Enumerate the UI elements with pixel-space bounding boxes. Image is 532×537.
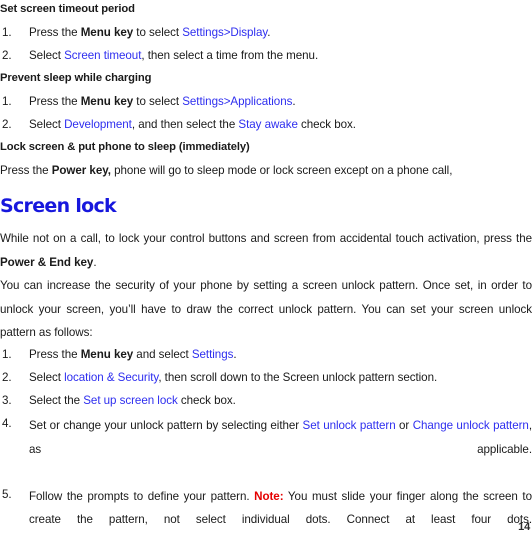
link-settings-applications[interactable]: Settings>Applications: [182, 95, 292, 108]
heading-set-screen-timeout: Set screen timeout period: [0, 3, 135, 15]
list-marker: 1.: [2, 26, 12, 39]
text-run: check box.: [177, 393, 236, 407]
list-marker: 3.: [2, 393, 12, 407]
text-run: to select: [133, 26, 183, 39]
text-run: .: [93, 255, 97, 269]
link-development[interactable]: Development: [64, 118, 132, 131]
list-item-text: Press the Menu key to select Settings>Di…: [29, 23, 532, 42]
text-run: .: [233, 347, 237, 361]
text-run: to select: [133, 95, 183, 108]
heading-lock-screen-sleep: Lock screen & put phone to sleep (immedi…: [0, 141, 250, 153]
list-item-text: Press the Menu key and select Settings.: [29, 345, 532, 364]
list-item-text: Select Development, and then select the …: [29, 115, 532, 134]
page-number: 14: [518, 521, 530, 533]
text-run: , then select a time from the menu.: [141, 49, 319, 62]
text-run: Press the: [29, 95, 81, 108]
text-run: Press the: [29, 347, 81, 361]
list-item: 1. Press the Menu key to select Settings…: [0, 23, 532, 42]
list-marker: 4.: [2, 416, 12, 430]
text-run: .: [267, 26, 271, 39]
list-item-text: Set or change your unlock pattern by sel…: [29, 414, 532, 485]
bold-run: Menu key: [80, 95, 134, 108]
text-run: Press the: [0, 164, 52, 177]
text-run: phone will go to sleep mode or lock scre…: [110, 164, 453, 177]
list-item-text: Select location & Security, then scroll …: [29, 368, 532, 387]
list-item: 5. Follow the prompts to define your pat…: [0, 485, 532, 537]
note-label: Note:: [254, 489, 284, 503]
text-run: Select the: [29, 393, 84, 407]
text-run: , then scroll down to the Screen unlock …: [158, 370, 438, 384]
paragraph-increase-security: You can increase the security of your ph…: [0, 279, 532, 340]
list-item: 2. Select Screen timeout, then select a …: [0, 46, 532, 65]
link-settings[interactable]: Settings: [192, 348, 234, 361]
link-set-up-screen-lock[interactable]: Set up screen lock: [83, 394, 178, 407]
list-item: 4. Set or change your unlock pattern by …: [0, 414, 532, 485]
bold-run: Menu key: [80, 347, 134, 361]
paragraph-while-not-on-call: While not on a call, to lock your contro…: [0, 227, 532, 274]
link-stay-awake[interactable]: Stay awake: [238, 118, 297, 131]
text-run: Press the: [29, 26, 81, 39]
paragraph-power-key: Press the Power key, phone will go to sl…: [0, 161, 532, 180]
list-marker: 1.: [2, 95, 12, 108]
list-item-text: Select Screen timeout, then select a tim…: [29, 46, 532, 65]
list-item: 1. Press the Menu key and select Setting…: [0, 345, 532, 364]
text-run: Select: [29, 49, 65, 62]
list-marker: 2.: [2, 118, 12, 131]
list-item: 2. Select location & Security, then scro…: [0, 368, 532, 387]
text-run: .: [292, 95, 296, 108]
link-location-security[interactable]: location & Security: [64, 371, 158, 384]
heading-prevent-sleep: Prevent sleep while charging: [0, 72, 152, 84]
bold-run: Menu key: [80, 26, 134, 39]
text-run: or: [395, 418, 413, 432]
list-item: 3. Select the Set up screen lock check b…: [0, 391, 532, 410]
text-run: Select: [29, 370, 65, 384]
bold-run: Power key,: [51, 164, 111, 177]
list-item: 1. Press the Menu key to select Settings…: [0, 92, 532, 111]
list-marker: 2.: [2, 370, 12, 384]
document-page: Set screen timeout period 1. Press the M…: [0, 0, 532, 537]
text-run: Select: [29, 118, 65, 131]
link-settings-display[interactable]: Settings>Display: [182, 26, 267, 39]
list-item-text: Select the Set up screen lock check box.: [29, 391, 532, 410]
list-item-text: Press the Menu key to select Settings>Ap…: [29, 92, 532, 111]
section-heading-screen-lock: Screen lock: [0, 195, 117, 217]
list-marker: 5.: [2, 487, 12, 501]
page-content: Set screen timeout period 1. Press the M…: [0, 0, 532, 537]
list-marker: 1.: [2, 347, 12, 361]
link-set-unlock-pattern[interactable]: Set unlock pattern: [303, 419, 396, 432]
list-item-text: Follow the prompts to define your patter…: [29, 485, 532, 537]
text-run: Set or change your unlock pattern by sel…: [29, 418, 303, 432]
text-run: and select: [133, 347, 192, 361]
text-run: Follow the prompts to define your patter…: [29, 489, 255, 503]
list-item: 2. Select Development, and then select t…: [0, 115, 532, 134]
link-screen-timeout[interactable]: Screen timeout: [64, 49, 141, 62]
link-change-unlock-pattern[interactable]: Change unlock pattern: [413, 419, 529, 432]
text-run: While not on a call, to lock your contro…: [0, 232, 532, 245]
text-run: check box.: [297, 118, 356, 131]
bold-run: Power & End key: [0, 255, 94, 269]
text-run: , and then select the: [131, 118, 239, 131]
list-marker: 2.: [2, 49, 12, 62]
